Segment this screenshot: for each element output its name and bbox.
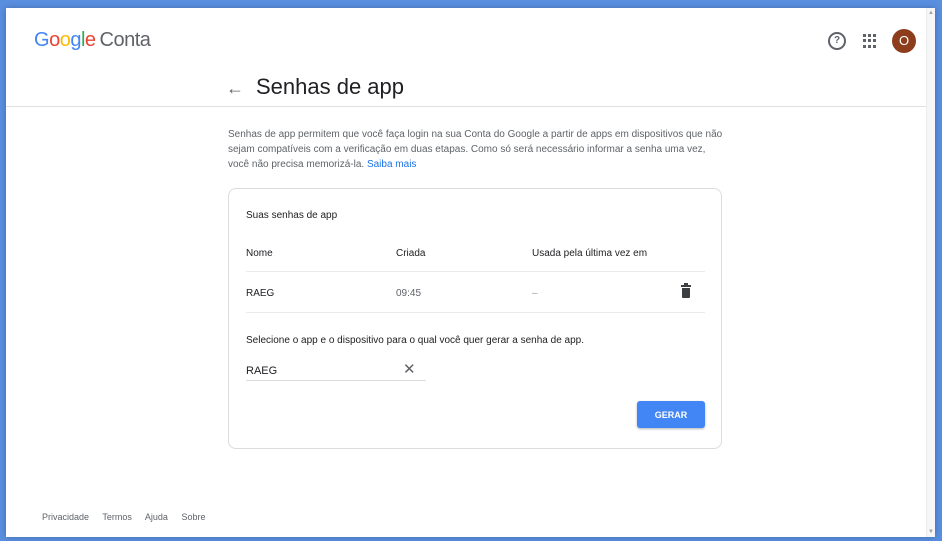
scrollbar[interactable]: ▲ ▼ bbox=[926, 8, 935, 537]
column-header-last-used: Usada pela última vez em bbox=[532, 248, 648, 259]
top-bar: Google Conta ? O bbox=[6, 8, 927, 72]
browser-window: Google Conta ? O ← Senhas de app Senhas d… bbox=[6, 8, 935, 537]
footer-link-terms[interactable]: Termos bbox=[102, 512, 132, 522]
help-icon[interactable]: ? bbox=[828, 32, 846, 50]
table-divider bbox=[246, 312, 705, 313]
column-header-name: Nome bbox=[246, 248, 273, 259]
trash-icon[interactable] bbox=[681, 283, 691, 298]
learn-more-link[interactable]: Saiba mais bbox=[367, 159, 416, 170]
generate-prompt: Selecione o app e o dispositivo para o q… bbox=[246, 335, 585, 346]
card-title: Suas senhas de app bbox=[246, 210, 338, 221]
close-icon[interactable]: ✕ bbox=[403, 360, 416, 380]
page-title: Senhas de app bbox=[256, 74, 405, 99]
footer-link-privacy[interactable]: Privacidade bbox=[42, 512, 89, 522]
row-created-time: 09:45 bbox=[396, 288, 422, 299]
avatar[interactable]: O bbox=[892, 29, 916, 53]
footer-link-help[interactable]: Ajuda bbox=[145, 512, 168, 522]
footer: Privacidade Termos Ajuda Sobre bbox=[42, 512, 216, 522]
generate-button[interactable]: GERAR bbox=[637, 401, 705, 428]
app-passwords-card: Suas senhas de app Nome Criada Usada pel… bbox=[228, 188, 722, 449]
product-name: Conta bbox=[99, 29, 151, 51]
arrow-back-icon[interactable]: ← bbox=[226, 78, 244, 99]
column-header-created: Criada bbox=[396, 248, 426, 259]
app-name-input[interactable] bbox=[246, 362, 426, 381]
scroll-down-icon[interactable]: ▼ bbox=[928, 529, 934, 535]
row-last-used: – bbox=[532, 288, 538, 299]
google-conta-logo[interactable]: Google Conta bbox=[34, 29, 151, 52]
table-divider bbox=[246, 271, 705, 272]
header-divider bbox=[6, 106, 927, 107]
apps-grid-icon[interactable] bbox=[863, 34, 877, 48]
scroll-up-icon[interactable]: ▲ bbox=[928, 10, 934, 16]
page-description: Senhas de app permitem que você faça log… bbox=[228, 129, 723, 170]
footer-link-about[interactable]: Sobre bbox=[181, 512, 205, 522]
row-app-name: RAEG bbox=[246, 288, 275, 299]
